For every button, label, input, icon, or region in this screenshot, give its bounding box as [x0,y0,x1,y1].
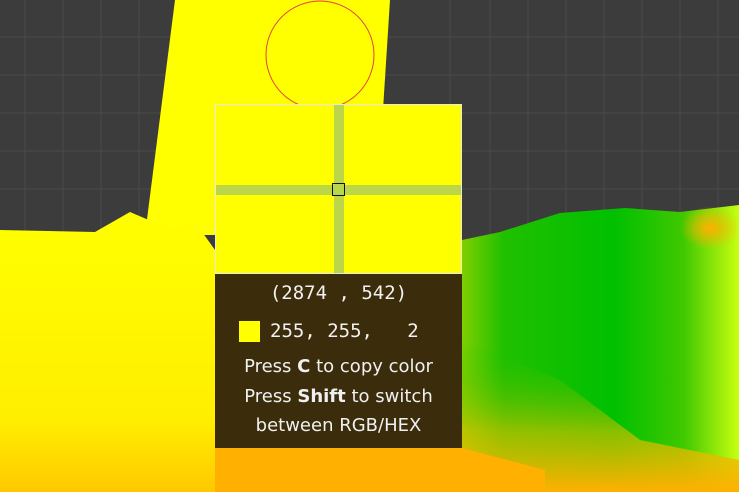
magnifier-view [215,104,462,274]
hint-switch: Press Shift to switch [215,386,462,407]
color-swatch [239,320,260,342]
hint-switch-prefix: Press [244,386,298,407]
yellow-region-bottom [0,212,215,492]
color-value-row: 255, 255, 2 [239,318,419,344]
cursor-coordinates: (2874 , 542) [269,282,408,304]
color-picker-tooltip: (2874 , 542) 255, 255, 2 Press C to copy… [215,104,462,448]
hint-switch-key: Shift [297,386,346,407]
hint-switch-suffix: to switch [345,386,433,407]
orange-spot [680,206,739,250]
hint-copy: Press C to copy color [215,356,462,377]
hint-switch-line2: between RGB/HEX [255,415,422,436]
crosshair-icon [332,183,345,196]
hint-copy-prefix: Press [244,356,298,377]
hint-copy-key: C [297,356,311,377]
rgb-value: 255, 255, 2 [270,320,419,342]
hint-copy-suffix: to copy color [310,356,433,377]
